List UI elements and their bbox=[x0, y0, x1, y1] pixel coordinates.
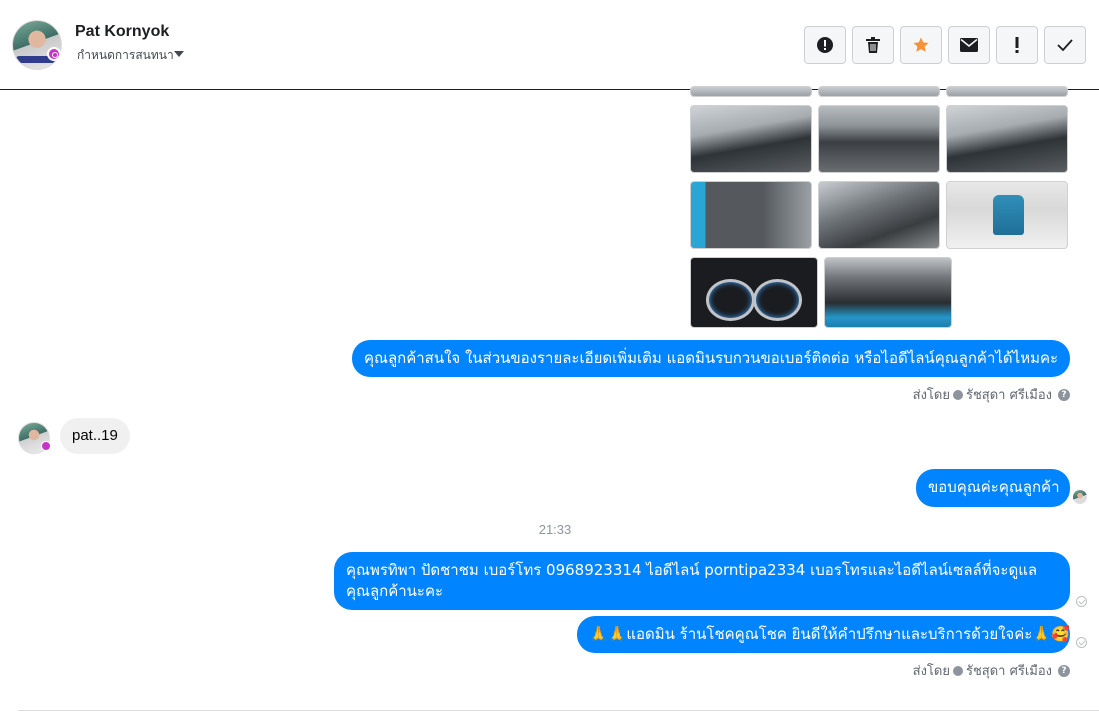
sent-by-label: ส่งโดย bbox=[912, 388, 950, 403]
seen-avatar-icon bbox=[1073, 490, 1087, 504]
message-timestamp: 21:33 bbox=[538, 522, 572, 537]
sent-by-info: ส่งโดย รัชสุดา ศรีเมือง ? bbox=[913, 660, 1070, 681]
report-button[interactable] bbox=[804, 26, 846, 64]
conversation-toolbar bbox=[804, 26, 1086, 64]
done-button[interactable] bbox=[1044, 26, 1086, 64]
assign-conversation-label[interactable]: กำหนดการสนทนา bbox=[77, 46, 174, 65]
important-button[interactable] bbox=[996, 26, 1038, 64]
delete-button[interactable] bbox=[852, 26, 894, 64]
chevron-down-icon[interactable] bbox=[174, 51, 184, 57]
help-icon[interactable]: ? bbox=[1058, 664, 1070, 677]
help-icon[interactable]: ? bbox=[1058, 388, 1070, 401]
mark-unread-button[interactable] bbox=[948, 26, 990, 64]
outgoing-message[interactable]: ขอบคุณค่ะคุณลูกค้า bbox=[916, 469, 1070, 507]
photo-thumbnail[interactable] bbox=[690, 86, 812, 97]
contact-name[interactable]: Pat Kornyok bbox=[75, 23, 169, 41]
user-dot-icon bbox=[952, 389, 963, 400]
photo-thumbnail[interactable] bbox=[946, 86, 1068, 97]
incoming-message[interactable]: pat..19 bbox=[60, 418, 130, 454]
sent-by-info: ส่งโดย รัชสุดา ศรีเมือง ? bbox=[913, 384, 1070, 405]
conversation-header: Pat Kornyok กำหนดการสนทนา bbox=[0, 0, 1099, 90]
sender-name[interactable]: รัชสุดา ศรีเมือง bbox=[966, 384, 1052, 405]
photo-thumbnail[interactable] bbox=[818, 105, 940, 173]
outgoing-message[interactable]: คุณลูกค้าสนใจ ในส่วนของรายละเอียดเพิ่มเต… bbox=[352, 340, 1070, 377]
star-button[interactable] bbox=[900, 26, 942, 64]
sent-by-label: ส่งโดย bbox=[912, 664, 950, 679]
star-icon bbox=[913, 37, 929, 52]
photo-thumbnail[interactable] bbox=[946, 105, 1068, 173]
check-icon bbox=[1057, 39, 1073, 51]
photo-thumbnail[interactable] bbox=[818, 181, 940, 249]
outgoing-message[interactable]: คุณพรทิพา ปัดชาชม เบอร์โทร 0968923314 ไอ… bbox=[334, 552, 1070, 610]
user-dot-icon bbox=[952, 665, 963, 676]
photo-thumbnail[interactable] bbox=[824, 257, 952, 328]
photo-thumbnail[interactable] bbox=[946, 181, 1068, 249]
exclamation-icon bbox=[1015, 37, 1019, 53]
delivered-check-icon bbox=[1076, 637, 1087, 648]
envelope-icon bbox=[960, 38, 978, 52]
composer-divider bbox=[18, 710, 1099, 711]
messenger-badge-icon bbox=[47, 47, 61, 61]
photo-thumbnail[interactable] bbox=[690, 181, 812, 249]
sender-name[interactable]: รัชสุดา ศรีเมือง bbox=[966, 660, 1052, 681]
photo-thumbnail[interactable] bbox=[690, 257, 818, 328]
messenger-badge-icon bbox=[41, 441, 51, 451]
outgoing-message[interactable]: 🙏🙏แอดมิน ร้านโชคคูณโชค ยินดีให้คำปรึกษาแ… bbox=[577, 616, 1070, 653]
delivered-check-icon bbox=[1076, 596, 1087, 607]
photo-thumbnail[interactable] bbox=[690, 105, 812, 173]
photo-thumbnail[interactable] bbox=[818, 86, 940, 97]
contact-avatar[interactable] bbox=[12, 20, 62, 70]
exclamation-circle-icon bbox=[817, 37, 833, 53]
trash-icon bbox=[866, 37, 880, 53]
